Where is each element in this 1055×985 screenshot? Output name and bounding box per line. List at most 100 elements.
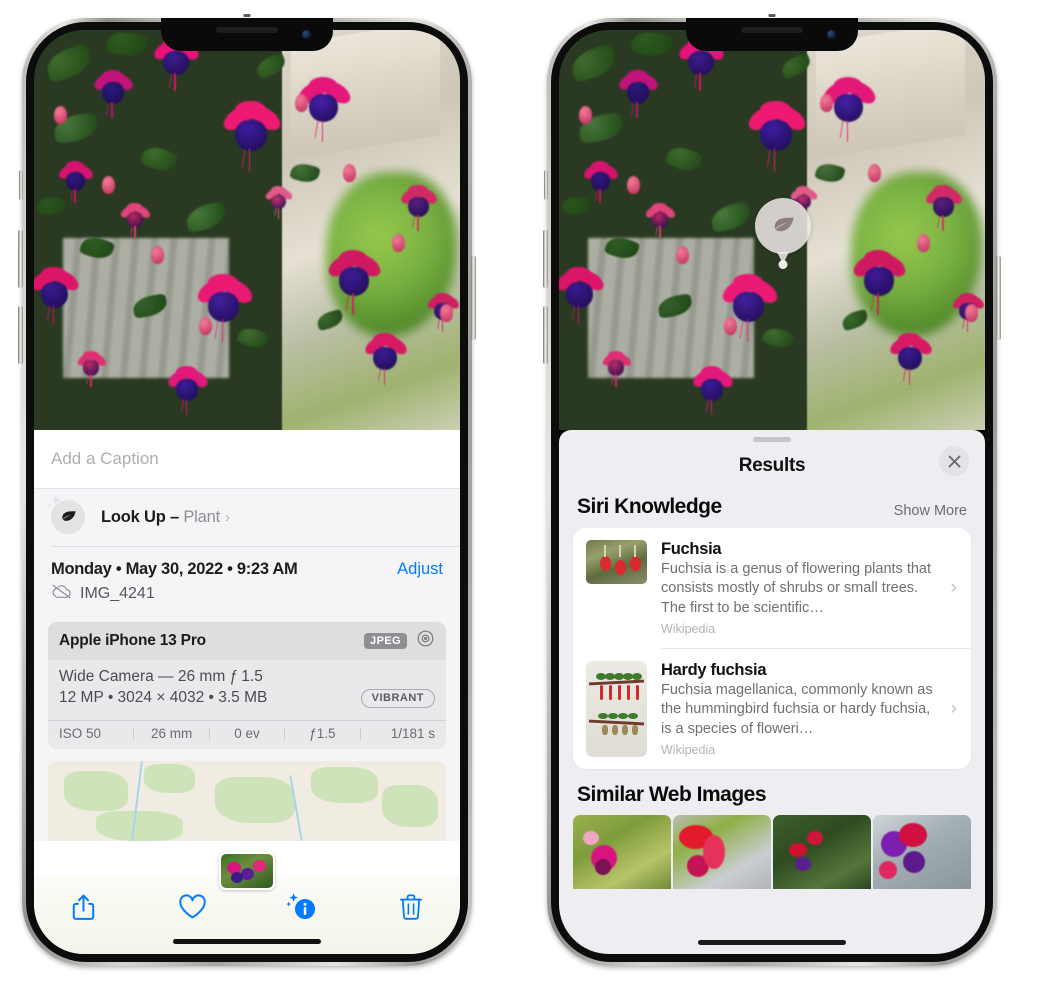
fuchsia-bloom: [581, 160, 621, 204]
fuchsia-bloom: [690, 366, 735, 416]
silent-switch[interactable]: [19, 170, 23, 200]
knowledge-title: Fuchsia: [661, 540, 722, 558]
adjust-button[interactable]: Adjust: [397, 560, 443, 579]
flower-bud: [964, 304, 978, 323]
flower-bud: [868, 164, 882, 183]
fuchsia-bloom: [165, 366, 210, 416]
fuchsia-red-closeup[interactable]: [673, 815, 771, 890]
share-icon: [72, 894, 94, 920]
caption-field[interactable]: Add a Caption: [34, 430, 460, 488]
knowledge-list-item[interactable]: Hardy fuchsia Fuchsia magellanica, common…: [573, 649, 971, 769]
fuchsia-bloom: [56, 160, 96, 204]
favorite-button[interactable]: [169, 885, 215, 929]
exif-stat: ISO 50: [59, 726, 102, 741]
fuchsia-bloom: [75, 350, 108, 387]
leaf-shape: [138, 141, 179, 176]
results-header: Results: [559, 442, 985, 490]
flower-bud: [723, 316, 737, 335]
silent-switch[interactable]: [544, 170, 548, 200]
aperture-icon: [416, 629, 435, 653]
exif-stat: ƒ1.5: [309, 726, 336, 741]
look-up-row[interactable]: Look Up – Plant ›: [34, 489, 460, 546]
fuchsia-bloom: [264, 186, 294, 219]
section-title: Similar Web Images: [577, 783, 767, 807]
siri-knowledge-header: Siri Knowledge Show More: [559, 490, 985, 528]
fuchsia-bloom: [91, 69, 136, 119]
home-indicator[interactable]: [173, 939, 321, 944]
fuchsia-shrub-garden[interactable]: [773, 815, 871, 890]
leaf-shape: [42, 42, 95, 84]
close-button[interactable]: [939, 446, 969, 476]
knowledge-list-item[interactable]: Fuchsia Fuchsia is a genus of flowering p…: [573, 528, 971, 648]
iphone-right-visual-lookup: Results Siri Knowledge Show More Fuchsia…: [543, 14, 1001, 966]
hardy-fuchsia-specimen-thumbnail: [586, 660, 647, 757]
fuchsia-bloom: [644, 202, 677, 239]
fuchsia-bloom: [819, 76, 879, 142]
info-sparkle-icon: [285, 893, 315, 919]
fuchsia-bloom: [325, 249, 385, 315]
leaf-icon: [755, 198, 811, 254]
share-button[interactable]: [60, 885, 106, 929]
fuchsia-bloom: [294, 76, 354, 142]
camera-info-card[interactable]: Apple iPhone 13 Pro JPEG Wide Camera — 2…: [48, 621, 446, 749]
photo-filmstrip-thumbnail[interactable]: [219, 852, 275, 890]
exif-stat: 26 mm: [150, 726, 193, 741]
capture-date: Monday • May 30, 2022 • 9:23 AM: [51, 559, 298, 578]
trash-icon: [399, 894, 423, 920]
heart-icon: [179, 894, 206, 919]
section-title: Siri Knowledge: [577, 495, 722, 518]
exif-stats-row: ISO 50 26 mm 0 ev ƒ1.5 1/181 s: [48, 720, 446, 749]
fuchsia-bloom: [559, 266, 607, 326]
knowledge-source: Wikipedia: [661, 743, 716, 758]
leaf-shape: [629, 30, 674, 61]
knowledge-description: Fuchsia is a genus of flowering plants t…: [661, 561, 932, 616]
power-button[interactable]: [471, 256, 476, 340]
fuchsia-photo: [34, 30, 460, 430]
photo-viewer[interactable]: [559, 30, 985, 430]
home-indicator[interactable]: [698, 940, 846, 945]
results-sheet: Results Siri Knowledge Show More Fuchsia…: [559, 430, 985, 954]
fuchsia-purple-magenta-cluster[interactable]: [873, 815, 971, 890]
delete-button[interactable]: [388, 885, 434, 929]
flower-bud: [102, 176, 116, 195]
fuchsia-bloom: [850, 249, 910, 315]
exif-stat: 1/181 s: [390, 726, 436, 741]
leaf-shape: [35, 195, 66, 217]
resolution-info: 12 MP • 3024 × 4032 • 3.5 MB: [59, 689, 268, 706]
chevron-right-icon: ›: [224, 508, 230, 526]
fuchsia-bloom: [119, 202, 152, 239]
volume-down-button[interactable]: [18, 306, 23, 364]
flower-bud: [391, 234, 405, 253]
leaf-shape: [183, 200, 228, 234]
fuchsia-bloom: [616, 69, 661, 119]
top-sensor: [243, 14, 251, 17]
flower-bud: [439, 304, 453, 323]
tag-anchor-dot: [778, 260, 788, 269]
flower-bud: [627, 176, 641, 195]
info-button[interactable]: [279, 885, 325, 929]
device-name: Apple iPhone 13 Pro: [59, 631, 206, 649]
show-more-button[interactable]: Show More: [894, 503, 967, 519]
top-sensor: [768, 14, 776, 17]
fuchsia-pink-white-bloom[interactable]: [573, 815, 671, 890]
screen-right: Results Siri Knowledge Show More Fuchsia…: [559, 30, 985, 954]
fuchsia-red-flowers-thumbnail: [586, 540, 647, 584]
fuchsia-bloom: [887, 333, 935, 386]
lookup-block: Look Up – Plant › Monday • May 30, 2022 •…: [34, 488, 460, 841]
fuchsia-bloom: [923, 185, 965, 231]
photo-info-sheet: Add a Caption Look Up – Plant › Monday •…: [34, 430, 460, 954]
volume-up-button[interactable]: [18, 230, 23, 288]
flower-bud: [150, 246, 164, 265]
volume-down-button[interactable]: [543, 306, 548, 364]
visual-lookup-subject-tag[interactable]: [755, 198, 811, 269]
power-button[interactable]: [996, 256, 1001, 340]
close-icon: [948, 455, 960, 467]
photo-viewer[interactable]: [34, 30, 460, 430]
leaf-shape: [663, 141, 704, 176]
photo-metadata: Monday • May 30, 2022 • 9:23 AM Adjust I…: [34, 546, 460, 612]
location-map[interactable]: [48, 761, 446, 841]
fuchsia-bloom: [398, 185, 440, 231]
knowledge-title: Hardy fuchsia: [661, 660, 767, 679]
volume-up-button[interactable]: [543, 230, 548, 288]
similar-web-images-header: Similar Web Images: [559, 769, 985, 815]
